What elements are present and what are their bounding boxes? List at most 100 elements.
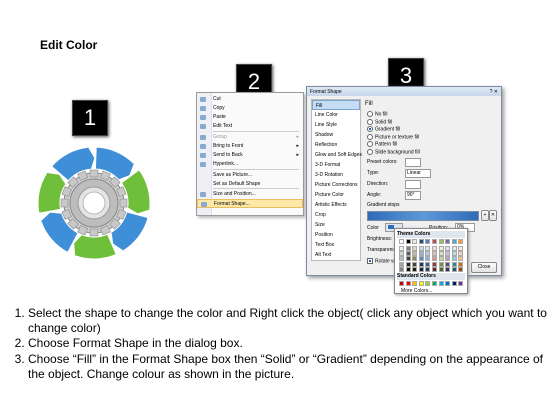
standard-color-swatch[interactable] [412,281,418,286]
theme-shade-swatch[interactable] [399,266,404,272]
nav-item-size[interactable]: Size [312,220,360,230]
menu-item-copy[interactable]: Copy [197,104,303,113]
standard-color-swatch[interactable] [418,281,424,286]
theme-color-swatch[interactable] [418,239,424,244]
instruction-step: Select the shape to change the color and… [28,306,553,336]
standard-color-swatch[interactable] [458,281,464,286]
fill-option-label: No fill [375,111,388,118]
angle-input[interactable]: 90° [405,191,421,200]
nav-item-line-color[interactable]: Line Color [312,110,360,120]
theme-shade-swatch[interactable] [418,266,424,272]
menu-item-bring-to-front[interactable]: Bring to Front ▸ [197,142,303,151]
theme-color-swatch[interactable] [445,239,451,244]
nav-item-reflection[interactable]: Reflection [312,140,360,150]
more-colors-link[interactable]: More Colors... [401,288,432,294]
menu-item-hyperlink[interactable]: Hyperlink... [197,160,303,169]
menu-item-edit-text[interactable]: Edit Text [197,122,303,131]
theme-shade-swatch[interactable] [438,266,444,272]
fill-option-solid-fill[interactable]: Solid fill [367,118,393,125]
radio-button[interactable] [367,118,373,125]
nav-item-3-d-format[interactable]: 3-D Format [312,160,360,170]
standard-color-swatch[interactable] [432,281,437,286]
nav-item-line-style[interactable]: Line Style [312,120,360,130]
instructions-list: Select the shape to change the color and… [8,306,553,382]
theme-color-swatch[interactable] [438,239,444,244]
menu-item-save-as-picture[interactable]: Save as Picture... [197,171,303,180]
theme-color-swatch[interactable] [451,239,457,244]
add-stop-button[interactable]: + [481,210,489,221]
theme-shade-swatch[interactable] [458,266,464,272]
nav-item-crop[interactable]: Crop [312,210,360,220]
direction-dropdown[interactable] [405,180,421,189]
instructions: Select the shape to change the color and… [8,306,553,382]
standard-color-swatch[interactable] [399,281,404,286]
theme-shade-swatch[interactable] [412,266,418,272]
menu-item-format-shape[interactable]: Format Shape... [197,199,303,208]
radio-button[interactable] [367,141,373,147]
theme-shade-swatch[interactable] [432,266,437,272]
theme-color-swatch[interactable] [432,239,437,244]
gradient-stops-bar[interactable] [367,211,479,221]
gear-tooth [119,198,128,208]
fill-option-gradient-fill[interactable]: Gradient fill [367,126,400,132]
dialog-title: Format Shape [310,89,342,95]
nav-item-shadow[interactable]: Shadow [312,130,360,140]
fill-option-pattern-fill[interactable]: Pattern fill [367,141,397,147]
fill-option-slide-background-fill[interactable]: Slide background fill [367,148,420,155]
theme-color-swatch[interactable] [412,239,418,244]
theme-color-swatch[interactable] [399,239,404,244]
type-value: Linear [407,170,421,176]
nav-item-position[interactable]: Position [312,230,360,240]
menu-item-label: Edit Text [213,123,233,129]
rotate-checkbox[interactable] [367,258,373,264]
nav-item-glow-and-soft-edges[interactable]: Glow and Soft Edges [312,150,362,160]
nav-item-text-box[interactable]: Text Box [312,240,360,250]
nav-item-picture-corrections[interactable]: Picture Corrections [312,180,360,190]
cycle-arrow[interactable] [73,231,117,260]
preset-colors-dropdown[interactable] [405,158,421,167]
theme-shade-swatch[interactable] [425,266,431,272]
help-icon[interactable]: ? ✕ [490,89,498,95]
fill-option-label: Slide background fill [375,148,420,155]
fill-option-no-fill[interactable]: No fill [367,111,388,117]
submenu-arrow-icon: ▸ [296,134,299,140]
submenu-arrow-icon: ▸ [296,152,299,158]
remove-stop-button[interactable]: ✕ [489,210,497,221]
fill-option-picture-or-texture-fill[interactable]: Picture or texture fill [367,133,419,140]
size-icon [200,192,206,197]
fill-option-label: Solid fill [375,118,393,125]
standard-color-swatch[interactable] [438,281,444,286]
nav-item-picture-color[interactable]: Picture Color [312,190,360,200]
type-dropdown[interactable]: Linear [405,169,431,178]
menu-item-size-and-position[interactable]: Size and Position... [197,190,303,199]
nav-item-artistic-effects[interactable]: Artistic Effects [312,200,360,210]
menu-separator [213,131,299,132]
standard-color-swatch[interactable] [451,281,457,286]
menu-item-group[interactable]: Group ▸ [197,133,303,142]
gear-tooth [89,169,99,178]
radio-button[interactable] [367,148,373,155]
radio-button[interactable] [367,111,373,117]
menu-item-send-to-back[interactable]: Send to Back ▸ [197,151,303,160]
menu-item-cut[interactable]: Cut [197,95,303,104]
radio-button[interactable] [367,133,373,140]
theme-color-swatch[interactable] [405,239,411,244]
standard-colors-header: Standard Colors [397,273,465,280]
standard-color-swatch[interactable] [405,281,411,286]
theme-shade-swatch[interactable] [405,266,411,272]
radio-button[interactable] [367,126,373,132]
theme-shade-swatch[interactable] [445,266,451,272]
close-button[interactable]: Close [471,262,497,273]
standard-color-swatch[interactable] [445,281,451,286]
angle-value: 90° [407,192,415,198]
theme-color-swatch[interactable] [425,239,431,244]
theme-shade-swatch[interactable] [451,266,457,272]
cycle-diagram[interactable] [34,143,154,263]
nav-item-3-d-rotation[interactable]: 3-D Rotation [312,170,360,180]
standard-color-swatch[interactable] [425,281,431,286]
menu-item-paste[interactable]: Paste [197,113,303,122]
nav-item-fill[interactable]: Fill [312,100,360,110]
theme-color-swatch[interactable] [458,239,464,244]
nav-item-alt-text[interactable]: Alt Text [312,250,360,260]
gear-icon [60,169,128,237]
